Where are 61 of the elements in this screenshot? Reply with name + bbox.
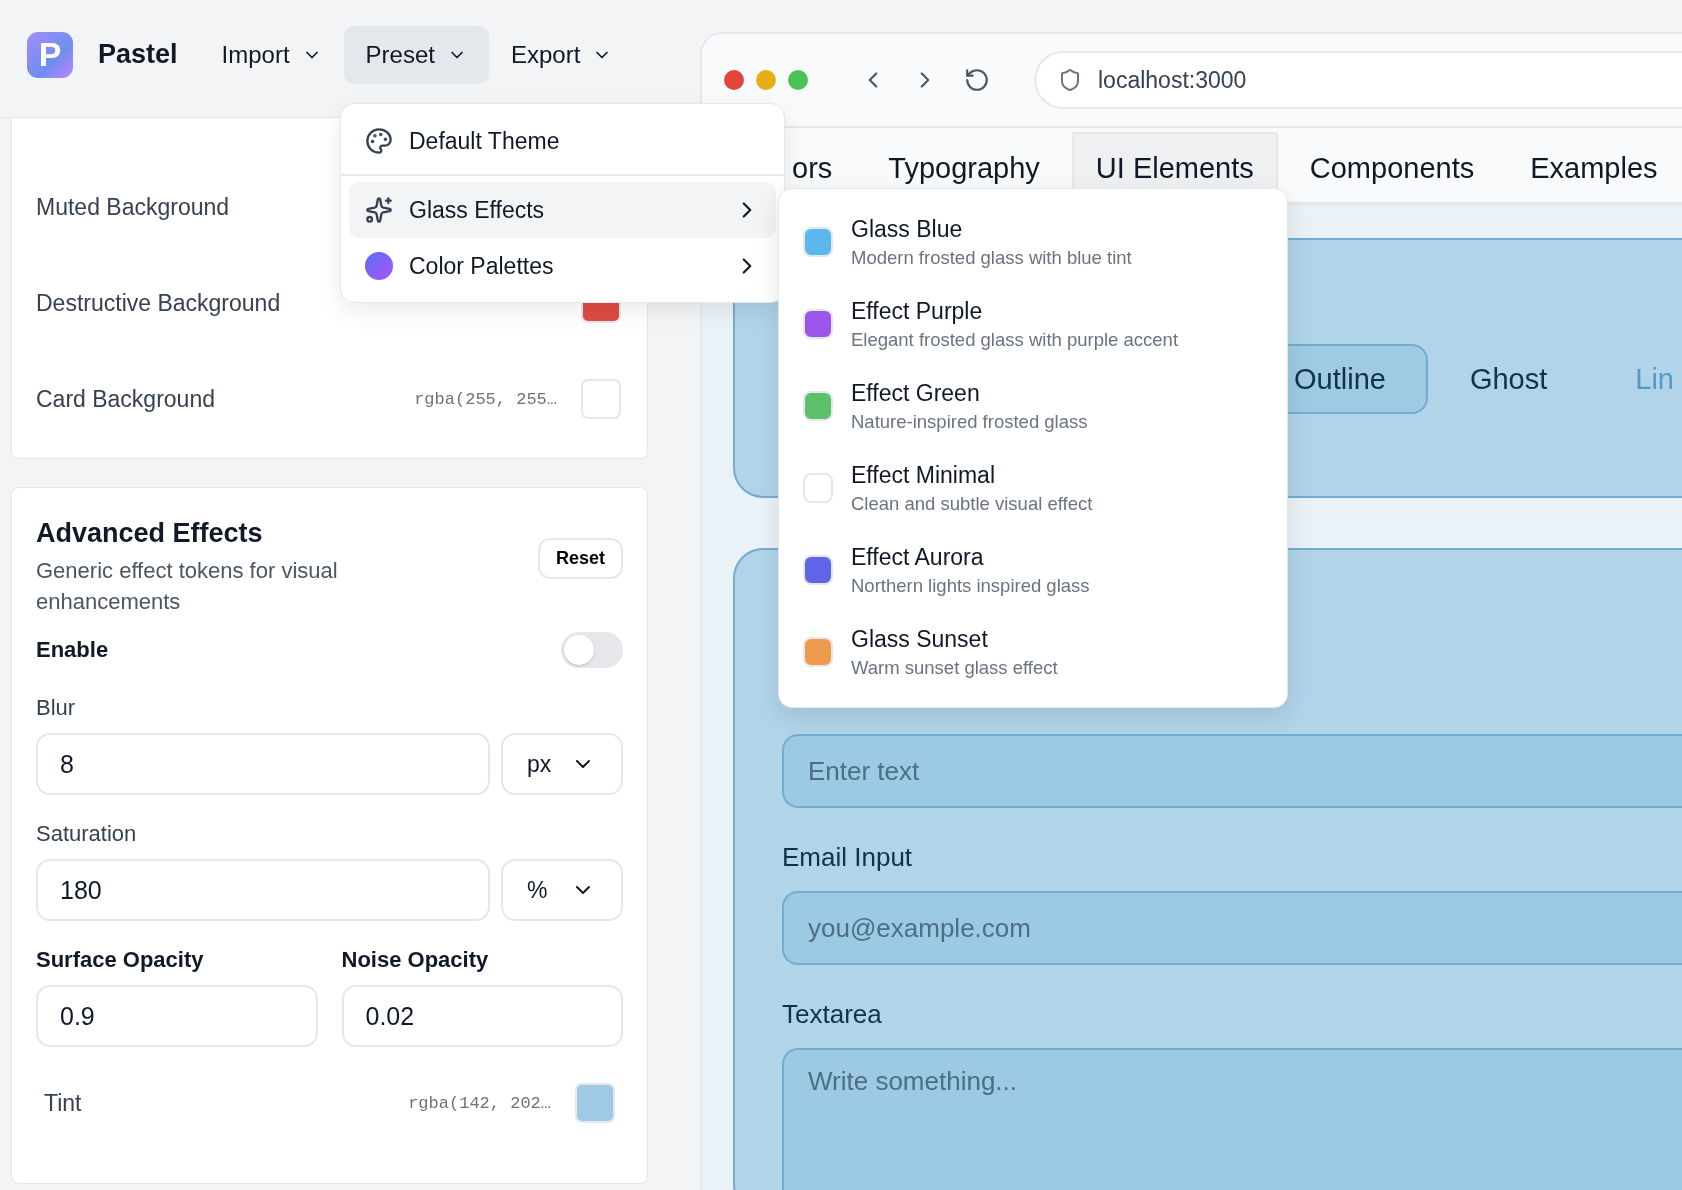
- menu-item[interactable]: Color Palettes: [349, 238, 776, 294]
- textarea-field[interactable]: Write something...: [782, 1048, 1682, 1190]
- field-label: Textarea: [782, 999, 883, 1030]
- tab[interactable]: Examples: [1506, 132, 1682, 202]
- tab[interactable]: Typography: [864, 132, 1064, 202]
- field-label: Saturation: [36, 821, 138, 847]
- input-field[interactable]: Enter text: [782, 734, 1682, 808]
- color-swatch[interactable]: [581, 379, 621, 419]
- palette-icon: [365, 127, 393, 155]
- preset-title[interactable]: Glass Sunset: [851, 625, 1058, 653]
- input-field[interactable]: 0.02: [341, 985, 623, 1047]
- minimize-dot[interactable]: [756, 70, 776, 90]
- preset-description: Nature-inspired frosted glass: [851, 410, 1088, 433]
- preset-description: Northern lights inspired glass: [851, 574, 1090, 597]
- token-label: Tint: [44, 1089, 82, 1117]
- menu-button[interactable]: Import: [199, 25, 344, 84]
- close-dot[interactable]: [724, 70, 744, 90]
- preset-title[interactable]: Effect Purple: [851, 297, 1179, 325]
- preset-title[interactable]: Glass Blue: [851, 215, 1132, 243]
- token-label: Card Background: [36, 385, 215, 413]
- maximize-dot[interactable]: [788, 70, 808, 90]
- preset-description: Modern frosted glass with blue tint: [851, 246, 1132, 269]
- reset-button[interactable]: Reset: [537, 538, 623, 579]
- tab[interactable]: Components: [1285, 132, 1499, 202]
- app-name: Pastel: [98, 39, 178, 70]
- field-label: Enable: [36, 637, 109, 663]
- field-label: Email Input: [782, 842, 914, 873]
- url-text: localhost:3000: [1098, 66, 1247, 94]
- input-field[interactable]: 0.9: [36, 985, 318, 1047]
- preset-title[interactable]: Effect Aurora: [851, 543, 1090, 571]
- token-label: Destructive Background: [36, 289, 281, 317]
- unit-select[interactable]: %: [501, 859, 623, 921]
- input-field[interactable]: you@example.com: [782, 891, 1682, 965]
- color-swatch[interactable]: [575, 1083, 615, 1123]
- field-label: Blur: [36, 695, 77, 721]
- preset-title[interactable]: Effect Green: [851, 379, 1088, 407]
- app-logo: P: [27, 31, 73, 78]
- shield-icon: [1058, 68, 1082, 92]
- token-label: Muted Background: [36, 193, 230, 221]
- input-field[interactable]: 8: [36, 733, 490, 795]
- unit-select[interactable]: px: [501, 733, 623, 795]
- preset-description: Clean and subtle visual effect: [851, 492, 1093, 515]
- field-label: Surface Opacity: [36, 947, 205, 973]
- menu-item[interactable]: Glass Effects: [349, 182, 776, 238]
- preset-title[interactable]: Effect Minimal: [851, 461, 1093, 489]
- toggle-switch[interactable]: [561, 632, 623, 668]
- section-description: Generic effect tokens for visual enhancements: [36, 557, 339, 616]
- demo-button[interactable]: Ghost: [1467, 344, 1550, 414]
- preset-description: Warm sunset glass effect: [851, 656, 1058, 679]
- menu-button[interactable]: Export: [488, 25, 635, 84]
- menu-button[interactable]: Preset: [343, 25, 489, 84]
- preset-description: Elegant frosted glass with purple accent: [851, 328, 1179, 351]
- field-label: Noise Opacity: [341, 947, 490, 973]
- address-bar[interactable]: localhost:3000: [1034, 51, 1682, 109]
- section-title: Advanced Effects: [36, 518, 264, 549]
- token-value: rgba(255, 255…: [414, 389, 557, 409]
- reload-icon[interactable]: [964, 67, 990, 93]
- sparkles-icon: [365, 196, 393, 224]
- token-value: rgba(142, 202…: [408, 1093, 551, 1113]
- input-field[interactable]: 180: [36, 859, 490, 921]
- gradient-dot-icon: [365, 252, 393, 280]
